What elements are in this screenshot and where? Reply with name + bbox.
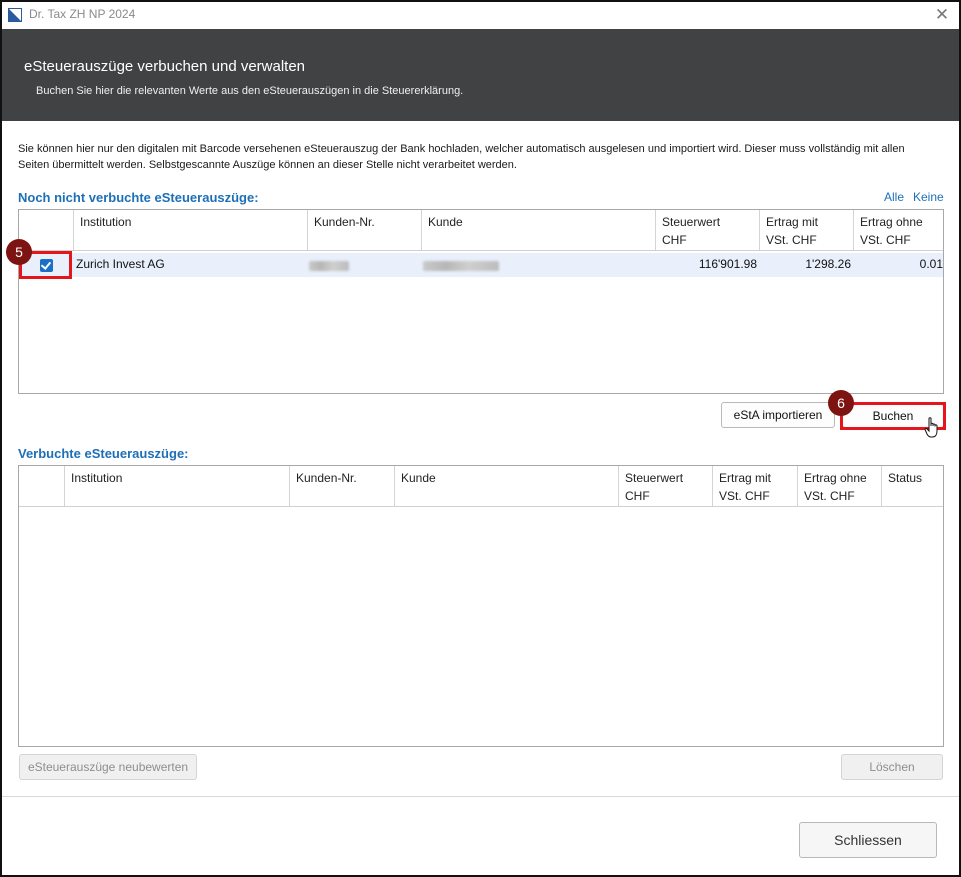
table-row[interactable]: Zurich Invest AG 116'901.98 1'298.26 0.0…	[19, 253, 943, 277]
booked-table-header: Institution Kunden-Nr. Kunde Steuerwert …	[19, 466, 943, 507]
dialog-window: Dr. Tax ZH NP 2024 ✕ eSteuerauszüge verb…	[0, 0, 961, 877]
column-header-steuerwert[interactable]: Steuerwert CHF	[618, 466, 712, 506]
reassess-button[interactable]: eSteuerauszüge neubewerten	[19, 754, 197, 780]
unbooked-section-title: Noch nicht verbuchte eSteuerauszüge:	[18, 190, 259, 205]
column-header-kunde[interactable]: Kunde	[394, 466, 618, 506]
column-header-institution[interactable]: Institution	[73, 210, 307, 250]
select-none-link[interactable]: Keine	[913, 190, 944, 204]
cell-steuerwert: 116'901.98	[698, 257, 757, 271]
step-badge-6: 6	[828, 390, 854, 416]
column-header-kunden-nr[interactable]: Kunden-Nr.	[307, 210, 421, 250]
intro-text: Sie können hier nur den digitalen mit Ba…	[18, 143, 905, 171]
column-header-ertrag-mit[interactable]: Ertrag mit VSt. CHF	[712, 466, 797, 506]
unbooked-table: Institution Kunden-Nr. Kunde Steuerwert …	[18, 209, 944, 394]
cell-institution: Zurich Invest AG	[76, 257, 165, 271]
column-header-kunden-nr[interactable]: Kunden-Nr.	[289, 466, 394, 506]
booked-table: Institution Kunden-Nr. Kunde Steuerwert …	[18, 465, 944, 747]
step-badge-5: 5	[6, 239, 32, 265]
delete-button[interactable]: Löschen	[841, 754, 943, 780]
close-button[interactable]: Schliessen	[799, 822, 937, 858]
redacted-kunde	[423, 261, 499, 271]
cell-ertrag-mit: 1'298.26	[805, 257, 851, 271]
column-header-steuerwert[interactable]: Steuerwert CHF	[655, 210, 759, 250]
column-header-select	[19, 466, 64, 506]
redacted-kunden-nr	[309, 261, 349, 271]
column-header-institution[interactable]: Institution	[64, 466, 289, 506]
column-header-ertrag-ohne[interactable]: Ertrag ohne VSt. CHF	[797, 466, 881, 506]
title-bar: Dr. Tax ZH NP 2024 ✕	[2, 2, 959, 29]
cell-ertrag-ohne: 0.01	[919, 257, 943, 271]
booked-section-title: Verbuchte eSteuerauszüge:	[18, 446, 189, 461]
app-logo-icon	[8, 8, 22, 22]
hand-cursor-icon	[924, 417, 938, 438]
close-icon[interactable]: ✕	[931, 4, 953, 26]
dialog-header: eSteuerauszüge verbuchen und verwalten B…	[2, 29, 959, 121]
window-title: Dr. Tax ZH NP 2024	[29, 7, 136, 21]
select-all-link[interactable]: Alle	[884, 190, 904, 204]
dialog-title: eSteuerauszüge verbuchen und verwalten	[24, 58, 306, 75]
column-header-ertrag-mit[interactable]: Ertrag mit VSt. CHF	[759, 210, 853, 250]
footer-divider	[2, 796, 959, 797]
import-esta-button[interactable]: eStA importieren	[721, 402, 835, 428]
column-header-ertrag-ohne[interactable]: Ertrag ohne VSt. CHF	[853, 210, 943, 250]
column-header-kunde[interactable]: Kunde	[421, 210, 655, 250]
dialog-subtitle: Buchen Sie hier die relevanten Werte aus…	[36, 85, 464, 97]
unbooked-table-header: Institution Kunden-Nr. Kunde Steuerwert …	[19, 210, 943, 251]
column-header-status[interactable]: Status	[881, 466, 943, 506]
